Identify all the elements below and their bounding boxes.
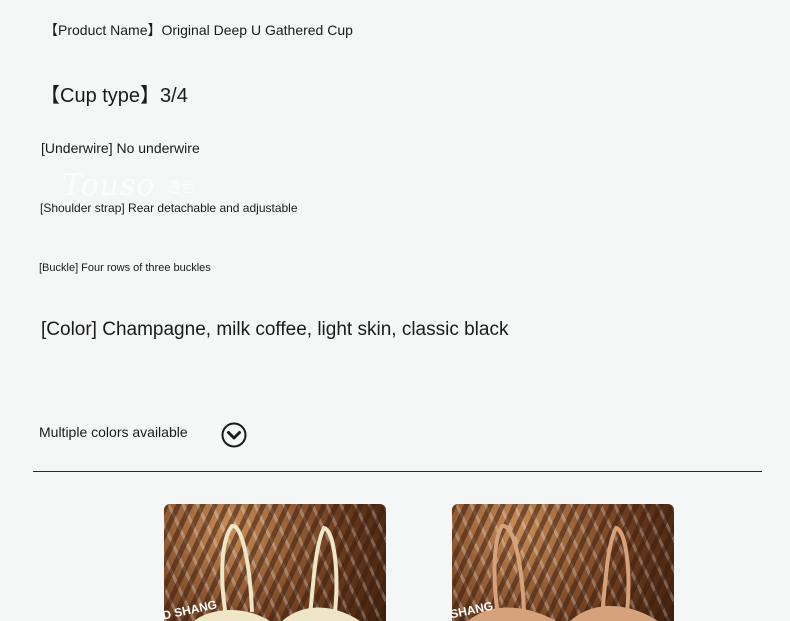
color-spec: [Color] Champagne, milk coffee, light sk… bbox=[41, 319, 509, 340]
product-image-light-skin[interactable]: SHANG bbox=[452, 504, 674, 621]
product-image-champagne[interactable]: D SHANG bbox=[164, 504, 386, 621]
product-name-spec: 【Product Name】Original Deep U Gathered C… bbox=[44, 22, 353, 38]
section-divider bbox=[33, 471, 762, 472]
chevron-down-circle-icon[interactable] bbox=[221, 422, 247, 448]
multiple-colors-label: Multiple colors available bbox=[39, 424, 188, 440]
buckle-spec: [Buckle] Four rows of three buckles bbox=[39, 262, 211, 274]
shoulder-strap-spec: [Shoulder strap] Rear detachable and adj… bbox=[40, 201, 298, 215]
watermark-text: Touso bbox=[62, 168, 156, 203]
cup-type-spec: 【Cup type】3/4 bbox=[40, 85, 188, 107]
underwire-spec: [Underwire] No underwire bbox=[41, 140, 200, 156]
watermark-sub: 透色 bbox=[166, 180, 197, 196]
brand-watermark: Touso 透色 bbox=[62, 168, 196, 203]
